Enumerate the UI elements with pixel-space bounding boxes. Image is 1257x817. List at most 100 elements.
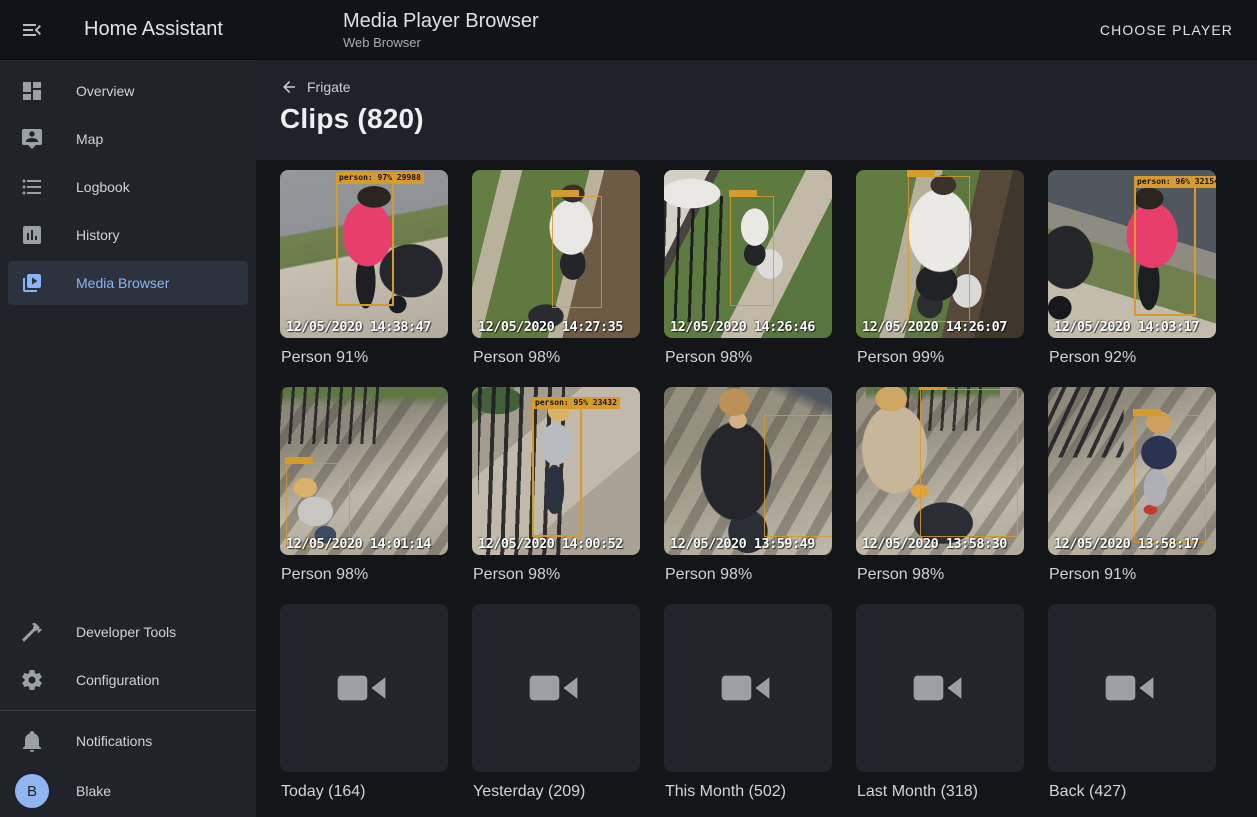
detection-box: person: 95% 23432 (532, 407, 582, 537)
folder-card-this-month[interactable]: This Month (502) (664, 604, 832, 801)
clip-timestamp: 12/05/2020 14:00:52 (478, 536, 623, 552)
hammer-icon (20, 620, 44, 644)
avatar: B (15, 774, 49, 808)
clip-card[interactable]: 12/05/2020 14:26:07 Person 99% (856, 170, 1024, 367)
video-camera-icon (720, 668, 776, 708)
arrow-left-icon (280, 78, 298, 96)
sidebar: Overview Map Logbook History (0, 60, 256, 817)
map-person-icon (20, 127, 44, 151)
media-browser-icon (20, 271, 44, 295)
sidebar-item-user[interactable]: B Blake (0, 765, 256, 817)
gear-icon (20, 668, 44, 692)
detection-chip (907, 170, 935, 177)
sidebar-item-label: Overview (76, 83, 134, 99)
folder-label: This Month (502) (664, 783, 832, 801)
sidebar-divider (0, 710, 256, 711)
sidebar-item-label: Developer Tools (76, 624, 176, 640)
folder-card-today[interactable]: Today (164) (280, 604, 448, 801)
sidebar-item-map[interactable]: Map (0, 115, 256, 163)
detection-chip: person: 97% 29988 (336, 172, 424, 184)
detection-chip (1133, 409, 1161, 416)
folder-card-yesterday[interactable]: Yesterday (209) (472, 604, 640, 801)
clip-label: Person 98% (664, 349, 832, 367)
folder-card-last-month[interactable]: Last Month (318) (856, 604, 1024, 801)
detection-chip (551, 190, 579, 197)
folder-label: Today (164) (280, 783, 448, 801)
clip-label: Person 91% (1048, 566, 1216, 584)
breadcrumb[interactable]: Frigate (280, 78, 351, 96)
clip-timestamp: 12/05/2020 14:26:46 (670, 319, 815, 335)
clip-card[interactable]: person: 95% 23432 12/05/2020 14:00:52 Pe… (472, 387, 640, 584)
sidebar-item-overview[interactable]: Overview (0, 67, 256, 115)
folder-label: Back (427) (1048, 783, 1216, 801)
detection-chip: person: 95% 23432 (532, 397, 620, 409)
user-name: Blake (76, 783, 111, 799)
clip-thumbnail: 12/05/2020 14:26:46 (664, 170, 832, 338)
folder-thumbnail (856, 604, 1024, 772)
clip-label: Person 98% (664, 566, 832, 584)
app-title: Home Assistant (84, 18, 223, 41)
clip-timestamp: 12/05/2020 13:59:49 (670, 536, 815, 552)
clip-card[interactable]: 12/05/2020 13:58:17 Person 91% (1048, 387, 1216, 584)
sidebar-item-label: Configuration (76, 672, 159, 688)
sidebar-item-configuration[interactable]: Configuration (0, 656, 256, 704)
detection-chip (919, 387, 947, 390)
top-app-bar: Home Assistant Media Player Browser Web … (0, 0, 1257, 60)
folder-thumbnail (1048, 604, 1216, 772)
sidebar-item-logbook[interactable]: Logbook (0, 163, 256, 211)
clip-timestamp: 12/05/2020 14:03:17 (1054, 319, 1199, 335)
detection-chip (285, 457, 313, 464)
sidebar-item-history[interactable]: History (0, 211, 256, 259)
detection-box (730, 196, 774, 306)
detection-box (920, 389, 1018, 537)
choose-player-button[interactable]: CHOOSE PLAYER (1092, 14, 1241, 46)
topbar-left: Home Assistant (0, 18, 256, 42)
clip-card[interactable]: 12/05/2020 14:27:35 Person 98% (472, 170, 640, 367)
clip-thumbnail: 12/05/2020 14:27:35 (472, 170, 640, 338)
content-header: Frigate Clips (820) (256, 60, 1257, 160)
clip-card[interactable]: person: 97% 29988 12/05/2020 14:38:47 Pe… (280, 170, 448, 367)
clip-thumbnail: 12/05/2020 13:59:49 (664, 387, 832, 555)
clip-timestamp: 12/05/2020 13:58:17 (1054, 536, 1199, 552)
clip-card[interactable]: 12/05/2020 13:58:30 Person 98% (856, 387, 1024, 584)
clips-grid: person: 97% 29988 12/05/2020 14:38:47 Pe… (256, 160, 1257, 801)
clip-card[interactable]: 12/05/2020 14:01:14 Person 98% (280, 387, 448, 584)
detection-chip (729, 190, 757, 197)
folder-label: Last Month (318) (856, 783, 1024, 801)
clip-label: Person 98% (856, 566, 1024, 584)
clip-thumbnail: person: 95% 23432 12/05/2020 14:00:52 (472, 387, 640, 555)
panel-subtitle: Web Browser (343, 35, 539, 51)
clip-card[interactable]: person: 96% 32154 12/05/2020 14:03:17 Pe… (1048, 170, 1216, 367)
clip-timestamp: 12/05/2020 14:38:47 (286, 319, 431, 335)
folder-thumbnail (664, 604, 832, 772)
clip-card[interactable]: 12/05/2020 13:59:49 Person 98% (664, 387, 832, 584)
folder-thumbnail (280, 604, 448, 772)
detection-box (1134, 415, 1206, 543)
sidebar-item-notifications[interactable]: Notifications (0, 717, 256, 765)
clip-timestamp: 12/05/2020 14:27:35 (478, 319, 623, 335)
detection-chip: person: 96% 32154 (1134, 176, 1216, 188)
video-camera-icon (1104, 668, 1160, 708)
clip-label: Person 99% (856, 349, 1024, 367)
clip-thumbnail: 12/05/2020 13:58:17 (1048, 387, 1216, 555)
folder-card-back[interactable]: Back (427) (1048, 604, 1216, 801)
detection-box (764, 415, 832, 537)
panel-title-block: Media Player Browser Web Browser (343, 9, 539, 51)
sidebar-item-developer-tools[interactable]: Developer Tools (0, 608, 256, 656)
folder-thumbnail (472, 604, 640, 772)
sidebar-item-media-browser[interactable]: Media Browser (8, 261, 248, 305)
video-camera-icon (336, 668, 392, 708)
page-title: Clips (820) (280, 103, 1233, 135)
clip-card[interactable]: 12/05/2020 14:26:46 Person 98% (664, 170, 832, 367)
detection-box (908, 176, 970, 322)
logbook-list-icon (20, 175, 44, 199)
clip-timestamp: 12/05/2020 14:01:14 (286, 536, 431, 552)
clip-label: Person 98% (280, 566, 448, 584)
clip-label: Person 92% (1048, 349, 1216, 367)
menu-open-icon[interactable] (20, 18, 44, 42)
clip-thumbnail: person: 96% 32154 12/05/2020 14:03:17 (1048, 170, 1216, 338)
sidebar-item-label: Notifications (76, 733, 152, 749)
panel-title: Media Player Browser (343, 9, 539, 33)
home-assistant-app: Home Assistant Media Player Browser Web … (0, 0, 1257, 817)
clip-label: Person 98% (472, 349, 640, 367)
